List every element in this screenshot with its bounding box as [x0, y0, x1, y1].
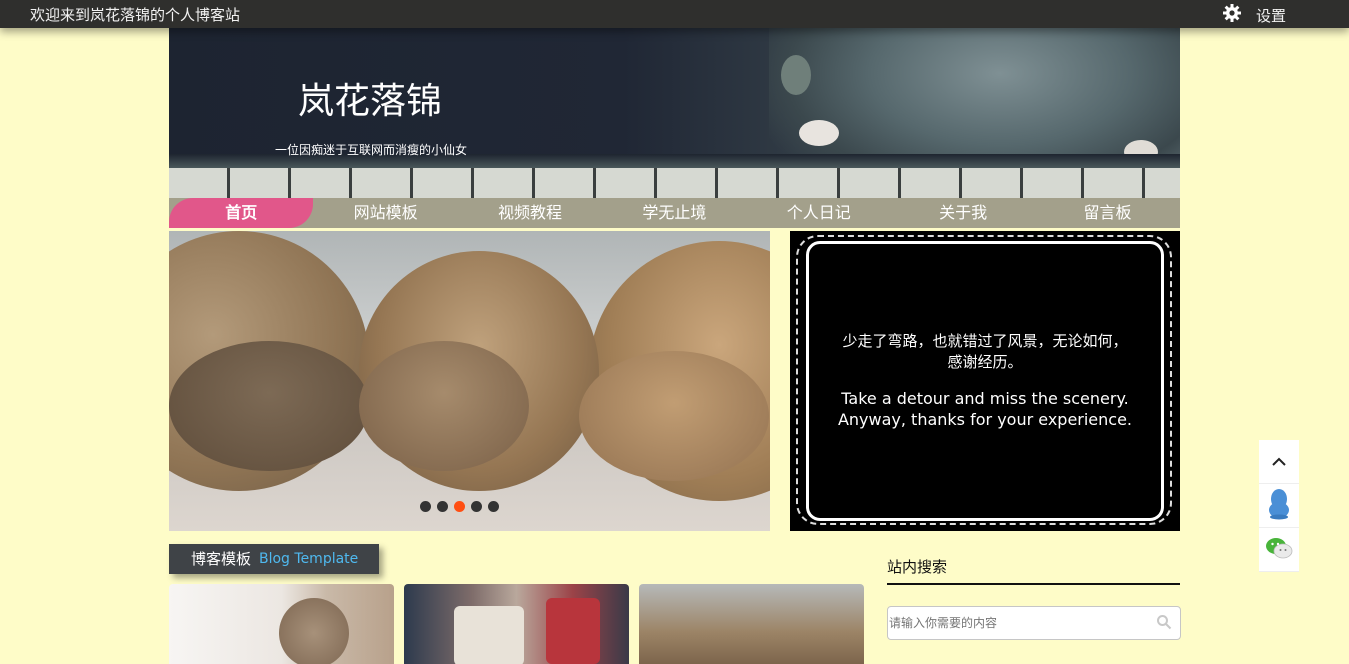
- banner-cat-eye: [781, 55, 811, 95]
- top-bar: 欢迎来到岚花落锦的个人博客站 设置: [0, 0, 1349, 28]
- blog-thumbnail[interactable]: [169, 584, 394, 664]
- slider-dot[interactable]: [488, 501, 499, 512]
- section-heading-blog-template: 博客模板 Blog Template: [169, 544, 379, 574]
- search-input[interactable]: [888, 607, 1147, 639]
- nav-item-templates[interactable]: 网站模板: [313, 198, 457, 228]
- quote-box: 少走了弯路，也就错过了风景，无论如何，感谢经历。 Take a detour a…: [790, 231, 1180, 531]
- qq-icon: [1268, 488, 1290, 524]
- slider-dot[interactable]: [420, 501, 431, 512]
- slider-dots: [420, 501, 499, 512]
- floating-toolbar: [1259, 440, 1299, 572]
- search-section-title: 站内搜索: [887, 558, 948, 576]
- slide-image-part: [359, 341, 529, 471]
- slider-dot[interactable]: [471, 501, 482, 512]
- chevron-up-icon: [1271, 452, 1287, 471]
- welcome-text: 欢迎来到岚花落锦的个人博客站: [30, 6, 241, 24]
- main-nav: 首页 网站模板 视频教程 学无止境 个人日记 关于我 留言板: [169, 198, 1180, 228]
- settings-button[interactable]: 设置: [1222, 3, 1286, 27]
- blog-thumbnail[interactable]: [404, 584, 629, 664]
- thumbnail-mug-image: [454, 606, 524, 664]
- nav-item-about[interactable]: 关于我: [891, 198, 1035, 228]
- section-title-cn: 博客模板: [191, 550, 252, 568]
- nav-item-video-tutorials[interactable]: 视频教程: [458, 198, 602, 228]
- section-title-en: Blog Template: [259, 551, 359, 567]
- qq-button[interactable]: [1259, 484, 1299, 528]
- quote-text-cn: 少走了弯路，也就错过了风景，无论如何，感谢经历。: [842, 332, 1128, 371]
- divider: [887, 583, 1180, 585]
- image-slider[interactable]: [169, 231, 770, 531]
- slider-dot-active[interactable]: [454, 501, 465, 512]
- banner-piano-keys: [169, 168, 1180, 198]
- slider-dot[interactable]: [437, 501, 448, 512]
- site-title[interactable]: 岚花落锦: [298, 72, 442, 124]
- header-banner: 岚花落锦 一位因痴迷于互联网而消瘦的小仙女: [169, 0, 1180, 198]
- settings-label: 设置: [1256, 6, 1287, 25]
- quote-text-en: Take a detour and miss the scenery. Anyw…: [837, 389, 1133, 429]
- blog-thumbnail[interactable]: [639, 584, 864, 664]
- thumbnail-cat-image: [279, 598, 349, 664]
- quote-frame: [806, 241, 1164, 521]
- wechat-button[interactable]: [1259, 528, 1299, 572]
- site-subtitle: 一位因痴迷于互联网而消瘦的小仙女: [275, 143, 468, 157]
- nav-item-home[interactable]: 首页: [169, 198, 314, 228]
- slide-image-part: [579, 351, 769, 481]
- slide-image-part: [169, 341, 369, 471]
- search-box: [887, 606, 1181, 640]
- nav-item-learning[interactable]: 学无止境: [602, 198, 746, 228]
- wechat-icon: [1265, 536, 1293, 564]
- thumbnail-mug-image: [546, 598, 600, 664]
- banner-cat-paw: [799, 120, 839, 146]
- gear-icon: [1222, 3, 1242, 27]
- back-to-top-button[interactable]: [1259, 440, 1299, 484]
- nav-item-guestbook[interactable]: 留言板: [1035, 198, 1179, 228]
- nav-item-diary[interactable]: 个人日记: [747, 198, 891, 228]
- search-icon[interactable]: [1156, 614, 1172, 634]
